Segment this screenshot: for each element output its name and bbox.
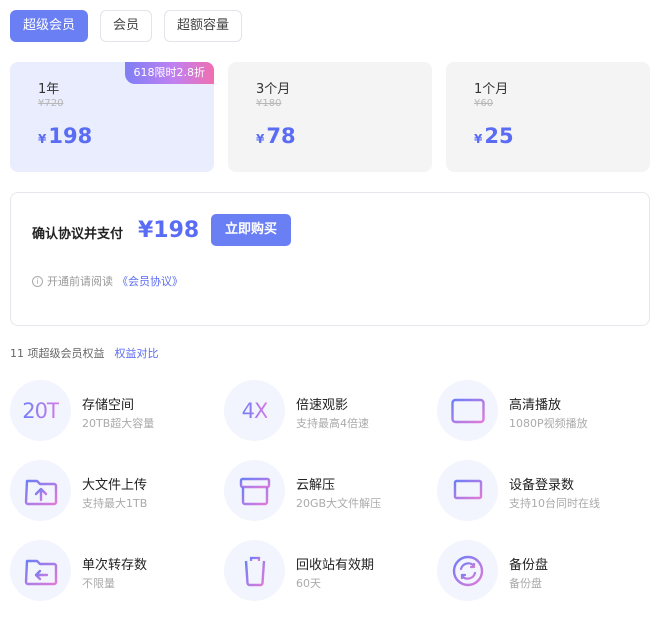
plan-price: ¥78 xyxy=(256,124,296,148)
agreement-notice: i 开通前请阅读 《会员协议》 xyxy=(32,273,183,289)
storage-20t-icon: 20T xyxy=(10,380,71,441)
benefit-item: 回收站有效期 60天 xyxy=(224,540,424,602)
plan-name: 1个月 xyxy=(474,82,509,97)
speed-4x-icon: 4X xyxy=(224,380,285,441)
plan-original-price: ¥720 xyxy=(38,98,64,109)
plan-name: 3个月 xyxy=(256,82,291,97)
benefit-item: 大文件上传 支持最大1TB xyxy=(10,460,210,522)
benefit-desc: 支持最大1TB xyxy=(82,497,148,510)
benefit-desc: 支持10台同时在线 xyxy=(509,497,600,510)
benefit-title: 大文件上传 xyxy=(82,478,148,493)
buy-now-button[interactable]: 立即购买 xyxy=(211,214,291,246)
benefit-desc: 20GB大文件解压 xyxy=(296,497,382,510)
benefit-title: 云解压 xyxy=(296,478,336,493)
benefit-desc: 1080P视频播放 xyxy=(509,417,588,430)
plan-price-value: 198 xyxy=(48,124,93,148)
benefit-item: 4X 倍速观影 支持最高4倍速 xyxy=(224,380,424,442)
benefit-item: 云解压 20GB大文件解压 xyxy=(224,460,424,522)
tab-super-vip[interactable]: 超级会员 xyxy=(10,10,89,42)
plan-options: 618限时2.8折 1年 ¥720 ¥198 3个月 ¥180 ¥78 1个月 … xyxy=(10,62,650,172)
currency-symbol: ¥ xyxy=(38,132,47,146)
plan-price-value: 25 xyxy=(484,124,514,148)
member-agreement-link[interactable]: 《会员协议》 xyxy=(117,273,183,289)
tab-extra-capacity[interactable]: 超额容量 xyxy=(164,10,243,42)
laptop-icon xyxy=(437,460,498,521)
agreement-prefix: 开通前请阅读 xyxy=(47,275,113,288)
plan-name: 1年 xyxy=(38,82,60,97)
archive-box-icon xyxy=(224,460,285,521)
currency-symbol: ¥ xyxy=(474,132,483,146)
pay-amount: ¥198 xyxy=(138,218,200,243)
hd-play-icon xyxy=(437,380,498,441)
plan-price: ¥198 xyxy=(38,124,92,148)
discount-badge: 618限时2.8折 xyxy=(124,62,214,84)
benefit-desc: 备份盘 xyxy=(509,577,542,590)
plan-original-price: ¥180 xyxy=(256,98,282,109)
benefit-title: 高清播放 xyxy=(509,398,562,413)
plan-card-1-month[interactable]: 1个月 ¥60 ¥25 xyxy=(446,62,650,172)
benefits-header: 11 项超级会员权益 权益对比 xyxy=(10,345,159,361)
benefit-desc: 60天 xyxy=(296,577,321,590)
benefit-title: 回收站有效期 xyxy=(296,558,375,573)
info-icon: i xyxy=(32,275,43,287)
benefit-title: 单次转存数 xyxy=(82,558,148,573)
benefits-compare-link[interactable]: 权益对比 xyxy=(115,345,159,361)
plan-price: ¥25 xyxy=(474,124,514,148)
benefits-count: 11 项超级会员权益 xyxy=(10,347,105,360)
confirm-pay-label: 确认协议并支付 xyxy=(32,227,124,242)
plan-card-3-months[interactable]: 3个月 ¥180 ¥78 xyxy=(228,62,432,172)
transfer-folder-icon xyxy=(10,540,71,601)
backup-sync-icon xyxy=(437,540,498,601)
payment-panel: 确认协议并支付 ¥198 立即购买 i 开通前请阅读 《会员协议》 xyxy=(10,192,650,326)
tab-vip[interactable]: 会员 xyxy=(100,10,153,42)
benefit-title: 倍速观影 xyxy=(296,398,349,413)
benefit-item: 备份盘 备份盘 xyxy=(437,540,637,602)
benefit-item: 高清播放 1080P视频播放 xyxy=(437,380,637,442)
membership-tabs: 超级会员 会员 超额容量 xyxy=(10,10,243,42)
benefit-item: 设备登录数 支持10台同时在线 xyxy=(437,460,637,522)
benefit-title: 存储空间 xyxy=(82,398,135,413)
upload-folder-icon xyxy=(10,460,71,521)
benefit-desc: 20TB超大容量 xyxy=(82,417,155,430)
benefit-desc: 支持最高4倍速 xyxy=(296,417,369,430)
benefit-item: 20T 存储空间 20TB超大容量 xyxy=(10,380,210,442)
currency-symbol: ¥ xyxy=(256,132,265,146)
plan-price-value: 78 xyxy=(266,124,296,148)
plan-original-price: ¥60 xyxy=(474,98,494,109)
benefit-desc: 不限量 xyxy=(82,577,115,590)
benefit-item: 单次转存数 不限量 xyxy=(10,540,210,602)
benefit-title: 备份盘 xyxy=(509,558,549,573)
trash-icon xyxy=(224,540,285,601)
benefit-title: 设备登录数 xyxy=(509,478,575,493)
plan-card-1-year[interactable]: 618限时2.8折 1年 ¥720 ¥198 xyxy=(10,62,214,172)
